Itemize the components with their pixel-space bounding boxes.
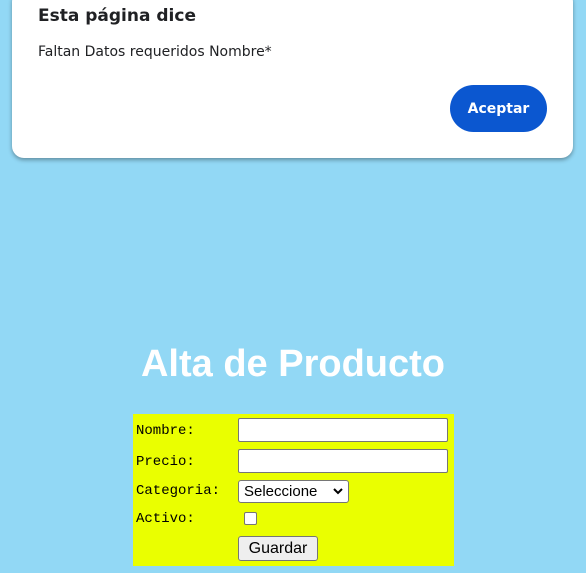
- product-form: Nombre: Precio: Categoria: Seleccione Ac…: [133, 414, 454, 566]
- precio-label: Precio:: [136, 454, 195, 470]
- activo-label: Activo:: [136, 511, 195, 527]
- nombre-label: Nombre:: [136, 423, 195, 439]
- chevron-down-icon: [333, 488, 343, 495]
- guardar-button[interactable]: Guardar: [238, 536, 318, 561]
- categoria-label: Categoria:: [136, 483, 221, 499]
- alert-dialog: Esta página dice Faltan Datos requeridos…: [12, 0, 573, 158]
- categoria-select[interactable]: Seleccione: [238, 480, 349, 503]
- activo-checkbox[interactable]: [244, 512, 257, 525]
- precio-input[interactable]: [238, 449, 448, 473]
- categoria-selected-value: Seleccione: [244, 483, 318, 500]
- page-title: Alta de Producto: [140, 343, 446, 385]
- accept-button[interactable]: Aceptar: [450, 85, 547, 132]
- alert-message: Faltan Datos requeridos Nombre*: [38, 44, 272, 60]
- alert-title: Esta página dice: [38, 6, 196, 26]
- nombre-input[interactable]: [238, 418, 448, 442]
